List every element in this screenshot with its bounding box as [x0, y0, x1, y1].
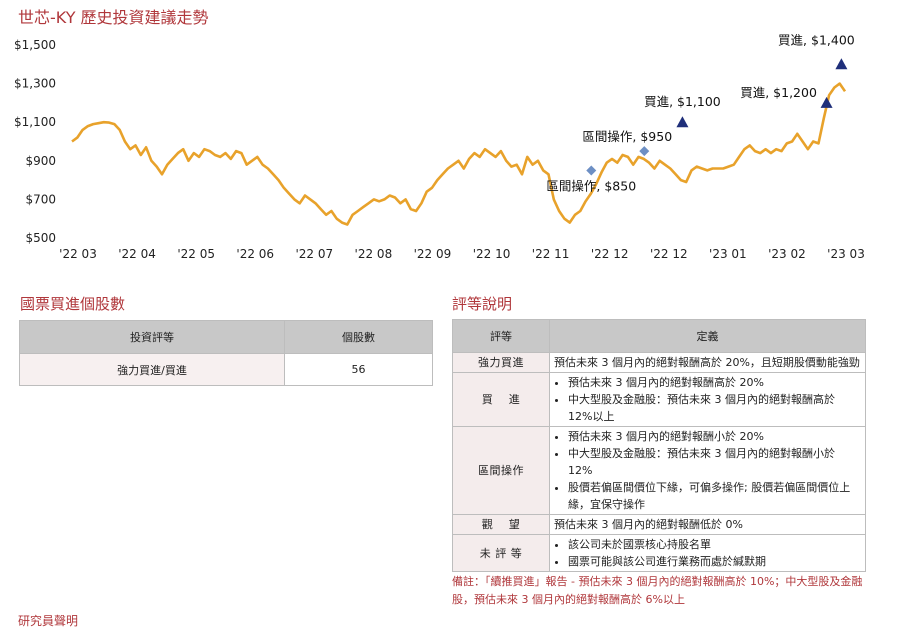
ratings-title: 評等說明: [452, 295, 513, 313]
rating-name: 區間操作: [452, 426, 550, 515]
marker-range-trading: [639, 146, 650, 157]
marker-buy: [676, 116, 689, 128]
holdings-title: 國票買進個股數: [20, 295, 126, 313]
x-tick-label: '22 07: [295, 247, 333, 261]
definition-item: 預估未來 3 個月內的絕對報酬高於 20%: [568, 374, 861, 391]
definition-item: 國票可能與該公司進行業務而處於緘默期: [568, 553, 861, 570]
x-tick-label: '22 06: [236, 247, 274, 261]
rating-name: 觀 望: [452, 514, 550, 535]
rating-name: 強力買進: [452, 352, 550, 373]
y-tick-label: $1,100: [14, 115, 56, 129]
price-line: [71, 82, 847, 226]
rating-definition: 預估未來 3 個月內的絕對報酬高於 20%，且短期股價動能強勁: [549, 352, 866, 373]
x-tick-label: '22 03: [59, 247, 97, 261]
x-tick-label: '23 01: [709, 247, 747, 261]
x-tick-label: '22 08: [355, 247, 393, 261]
y-tick-label: $900: [25, 154, 56, 168]
rating-definition: 預估未來 3 個月內的絕對報酬小於 20% 中大型股及金融股：預估未來 3 個月…: [549, 426, 866, 515]
ratings-header-definition: 定義: [549, 319, 866, 353]
marker-label: 買進, $1,200: [740, 85, 817, 100]
price-chart: $1,500 $1,300 $1,100 $900 $700 $500'22 03 '22 …: [14, 32, 865, 261]
marker-label: 買進, $1,400: [778, 32, 855, 47]
rating-definition: 該公司未於國票核心持股名單 國票可能與該公司進行業務而處於緘默期: [549, 534, 866, 572]
definition-item: 中大型股及金融股：預估未來 3 個月內的絕對報酬小於 12%: [568, 445, 861, 479]
holdings-table: 投資評等 個股數 強力買進/買進 56: [19, 320, 433, 386]
x-tick-label: '22 05: [177, 247, 215, 261]
ratings-table: 評等 定義 強力買進 預估未來 3 個月內的絕對報酬高於 20%，且短期股價動能…: [452, 319, 866, 572]
marker-label: 區間操作, $850: [546, 178, 636, 193]
rating-name: 買 進: [452, 372, 550, 427]
x-tick-label: '22 09: [414, 247, 452, 261]
marker-buy: [835, 58, 848, 70]
definition-item: 預估未來 3 個月內的絕對報酬小於 20%: [568, 428, 861, 445]
holdings-header-rating: 投資評等: [19, 320, 285, 354]
definition-item: 該公司未於國票核心持股名單: [568, 536, 861, 553]
holdings-rating-cell: 強力買進/買進: [19, 353, 285, 386]
analyst-disclosure-heading: 研究員聲明: [18, 614, 79, 628]
y-tick-label: $500: [25, 231, 56, 245]
rating-name: 未 評 等: [452, 534, 550, 572]
y-tick-label: $1,500: [14, 38, 56, 52]
definition-item: 中大型股及金融股：預估未來 3 個月內的絕對報酬高於 12%以上: [568, 391, 861, 425]
rating-definition: 預估未來 3 個月內的絕對報酬高於 20% 中大型股及金融股：預估未來 3 個月…: [549, 372, 866, 427]
x-tick-label: '23 02: [768, 247, 806, 261]
x-tick-label: '22 12: [650, 247, 688, 261]
x-tick-label: '22 10: [473, 247, 511, 261]
y-tick-label: $700: [25, 192, 56, 206]
y-tick-label: $1,300: [14, 77, 56, 91]
marker-range-trading: [586, 165, 597, 176]
ratings-header-rating: 評等: [452, 319, 550, 353]
definition-item: 股價若偏區間價位下緣，可偏多操作; 股價若偏區間價位上緣，宜保守操作: [568, 479, 861, 513]
x-tick-label: '22 11: [532, 247, 570, 261]
rating-row-watch: 觀 望 預估未來 3 個月內的絕對報酬低於 0%: [452, 514, 866, 535]
x-tick-label: '23 03: [827, 247, 865, 261]
rating-row-not-rated: 未 評 等 該公司未於國票核心持股名單 國票可能與該公司進行業務而處於緘默期: [452, 534, 866, 572]
x-tick-label: '22 12: [591, 247, 629, 261]
rating-row-buy: 買 進 預估未來 3 個月內的絕對報酬高於 20% 中大型股及金融股：預估未來 …: [452, 372, 866, 427]
holdings-header-count: 個股數: [284, 320, 433, 354]
x-tick-label: '22 04: [118, 247, 156, 261]
rating-row-trading: 區間操作 預估未來 3 個月內的絕對報酬小於 20% 中大型股及金融股：預估未來…: [452, 426, 866, 515]
rating-definition: 預估未來 3 個月內的絕對報酬低於 0%: [549, 514, 866, 535]
marker-label: 買進, $1,100: [644, 94, 721, 109]
rating-row-strong-buy: 強力買進 預估未來 3 個月內的絕對報酬高於 20%，且短期股價動能強勁: [452, 352, 866, 373]
holdings-count-cell: 56: [284, 353, 433, 386]
marker-label: 區間操作, $950: [582, 129, 672, 144]
marker-buy: [820, 96, 833, 108]
ratings-note: 備註：「續推買進」報告 - 預估未來 3 個月內的絕對報酬高於 10%；中大型股…: [452, 575, 863, 606]
